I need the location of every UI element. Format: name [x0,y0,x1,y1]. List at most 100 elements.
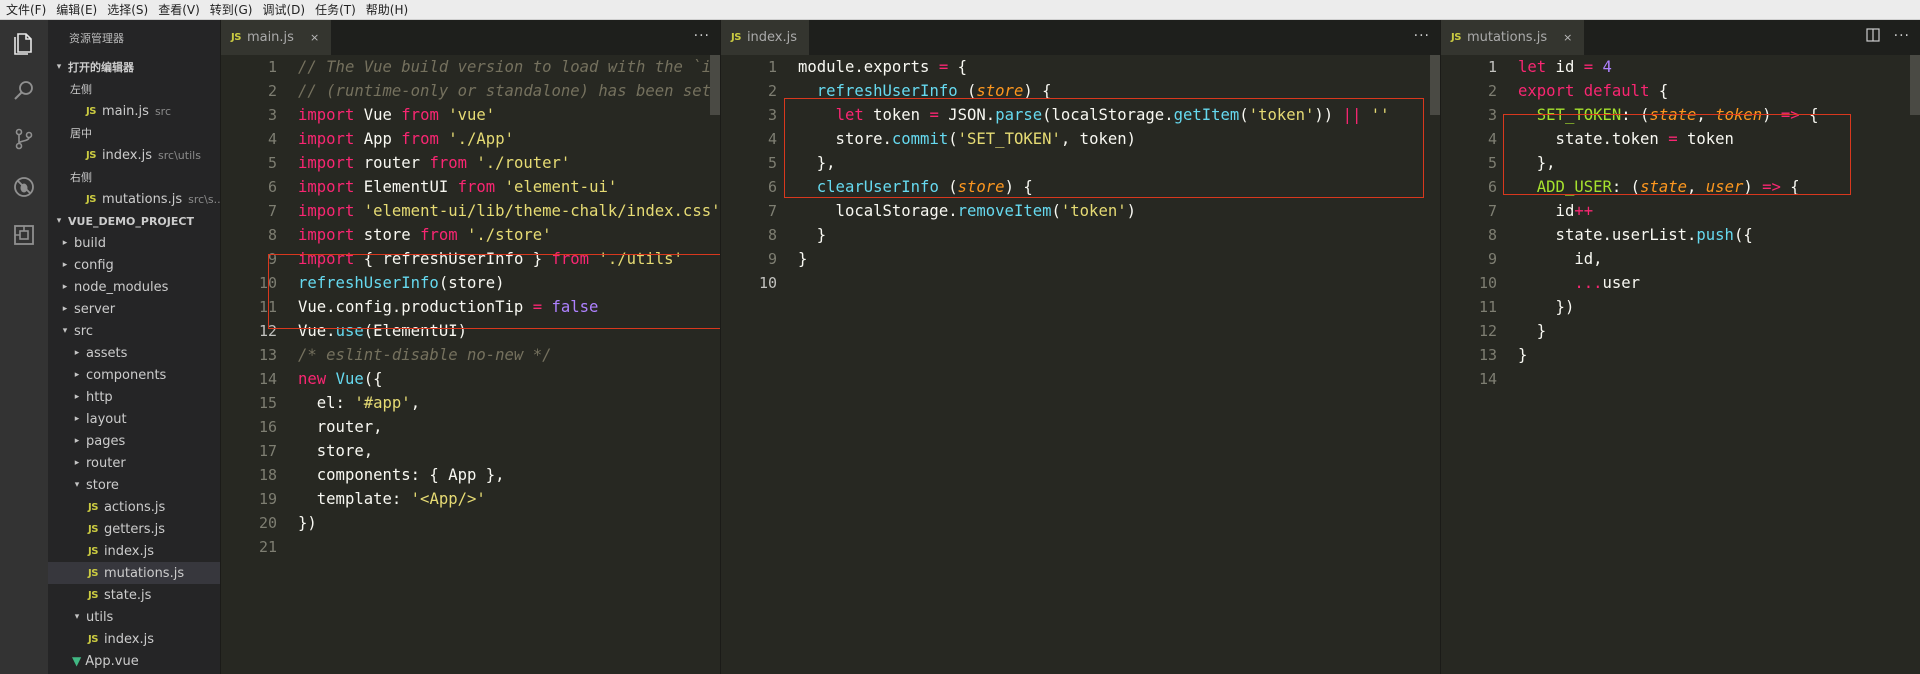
menu-item-3[interactable]: 查看(V) [158,1,200,18]
code-editor[interactable]: 1 module.exports = {2 refreshUserInfo (st… [721,55,1440,295]
tab-mutations-js[interactable]: JS mutations.js × [1441,20,1585,55]
code-line: 12 } [1441,319,1920,343]
tree-item-label: build [74,235,106,251]
folder-store[interactable]: ▾ store [48,474,220,496]
file-index-js[interactable]: JS index.js [48,540,220,562]
code-line: 17 store, [221,439,720,463]
code-line: 6 import ElementUI from 'element-ui' [221,175,720,199]
folder-src[interactable]: ▾ src [48,320,220,342]
open-editor-item[interactable]: JS main.js src [48,100,220,122]
chevron-right-icon: ▸ [74,458,80,468]
more-actions-icon[interactable]: ··· [694,28,710,44]
line-number: 1 [267,58,277,76]
folder-config[interactable]: ▸ config [48,254,220,276]
folder-http[interactable]: ▸ http [48,386,220,408]
line-number: 3 [1487,106,1497,124]
project-label: VUE_DEMO_PROJECT [68,214,194,228]
tree-item-label: mutations.js [103,565,185,581]
split-editor-icon[interactable] [1866,28,1880,46]
code-line: 6 clearUserInfo (store) { [721,175,1440,199]
editor-pane-3[interactable]: JS mutations.js × ··· 1 let id = 4 2 export def… [1440,20,1920,674]
explorer-sidebar: 资源管理器 ▾ 打开的编辑器 左侧 JS main.js src 居中 JS index.js s… [48,20,220,674]
file-index-js[interactable]: JS index.js [48,628,220,650]
line-number: 7 [767,202,777,220]
line-text: let token = JSON.parse(localStorage.getI… [835,106,1390,124]
chevron-down-icon: ▾ [74,480,80,490]
line-number: 6 [767,178,777,196]
files-icon[interactable] [9,28,39,58]
source-control-icon[interactable] [9,124,39,154]
tree-item-label: layout [86,411,127,427]
tree-item-label: getters.js [103,521,166,537]
line-text: } [1518,346,1528,364]
js-file-icon: JS [231,32,241,43]
folder-build[interactable]: ▸ build [48,232,220,254]
search-icon[interactable] [9,76,39,106]
open-editor-item[interactable]: JS index.js src\utils [48,144,220,166]
line-text: import ElementUI from 'element-ui' [298,178,618,196]
chevron-right-icon: ▸ [62,304,68,314]
file-state-js[interactable]: JS state.js [48,584,220,606]
line-number: 21 [258,538,277,556]
code-line: 3 SET_TOKEN: (state, token) => { [1441,103,1920,127]
folder-server[interactable]: ▸ server [48,298,220,320]
code-line: 3 let token = JSON.parse(localStorage.ge… [721,103,1440,127]
file-App-vue[interactable]: ▼ App.vue [48,650,220,672]
extensions-icon[interactable] [9,220,39,250]
code-line: 8 import store from './store' [221,223,720,247]
scrollbar[interactable] [1430,55,1440,115]
line-number: 20 [258,514,277,532]
code-line: 4 store.commit('SET_TOKEN', token) [721,127,1440,151]
code-line: 2 // (runtime-only or standalone) has bee… [221,79,720,103]
more-actions-icon[interactable]: ··· [1894,28,1910,44]
tree-item-label: state.js [103,587,152,603]
menu-item-7[interactable]: 帮助(H) [366,1,408,18]
tab-main-js[interactable]: JS main.js × [221,20,332,55]
chevron-right-icon: ▸ [74,348,80,358]
line-number: 11 [1478,298,1497,316]
close-icon[interactable]: × [1563,31,1572,44]
menu-item-6[interactable]: 任务(T) [315,1,356,18]
open-editors-section[interactable]: ▾ 打开的编辑器 [48,56,220,78]
more-actions-icon[interactable]: ··· [1414,28,1430,44]
menu-item-0[interactable]: 文件(F) [6,1,46,18]
line-number: 19 [258,490,277,508]
menu-item-2[interactable]: 选择(S) [107,1,148,18]
file-getters-js[interactable]: JS getters.js [48,518,220,540]
editor-pane-1[interactable]: JS main.js × ··· 1 // The Vue build version t… [220,20,720,674]
scrollbar[interactable] [710,55,720,115]
line-text: export default { [1518,82,1669,100]
scrollbar[interactable] [1910,55,1920,115]
file-mutations-js[interactable]: JS mutations.js [48,562,220,584]
folder-utils[interactable]: ▾ utils [48,606,220,628]
menu-item-5[interactable]: 调试(D) [262,1,305,18]
code-line: 9} [721,247,1440,271]
chevron-down-icon: ▾ [62,326,68,336]
folder-node_modules[interactable]: ▸ node_modules [48,276,220,298]
code-editor[interactable]: 1 // The Vue build version to load with t… [221,55,720,559]
folder-layout[interactable]: ▸ layout [48,408,220,430]
debug-icon[interactable] [9,172,39,202]
folder-pages[interactable]: ▸ pages [48,430,220,452]
line-text: } [798,226,827,244]
tree-item-label: index.js [103,631,155,647]
folder-router[interactable]: ▸ router [48,452,220,474]
js-file-icon: JS [88,567,98,579]
close-icon[interactable]: × [310,31,319,44]
code-line: 8 } [721,223,1440,247]
project-section[interactable]: ▾ VUE_DEMO_PROJECT [48,210,220,232]
open-editor-item[interactable]: JS mutations.js src\s... [48,188,220,210]
menu-item-1[interactable]: 编辑(E) [56,1,97,18]
code-editor[interactable]: 1 let id = 4 2 export default {3 SET_TOKEN:… [1441,55,1920,391]
js-file-icon: JS [88,501,98,513]
folder-assets[interactable]: ▸ assets [48,342,220,364]
activity-bar [0,20,48,674]
tree-item-label: config [74,257,114,273]
editor-pane-2[interactable]: JS index.js ··· 1 module.exports = {2 refres… [720,20,1440,674]
file-actions-js[interactable]: JS actions.js [48,496,220,518]
folder-components[interactable]: ▸ components [48,364,220,386]
menu-item-4[interactable]: 转到(G) [210,1,253,18]
tab-index-js[interactable]: JS index.js [721,20,810,55]
line-number: 4 [1487,130,1497,148]
tree-item-label: App.vue [85,653,139,669]
